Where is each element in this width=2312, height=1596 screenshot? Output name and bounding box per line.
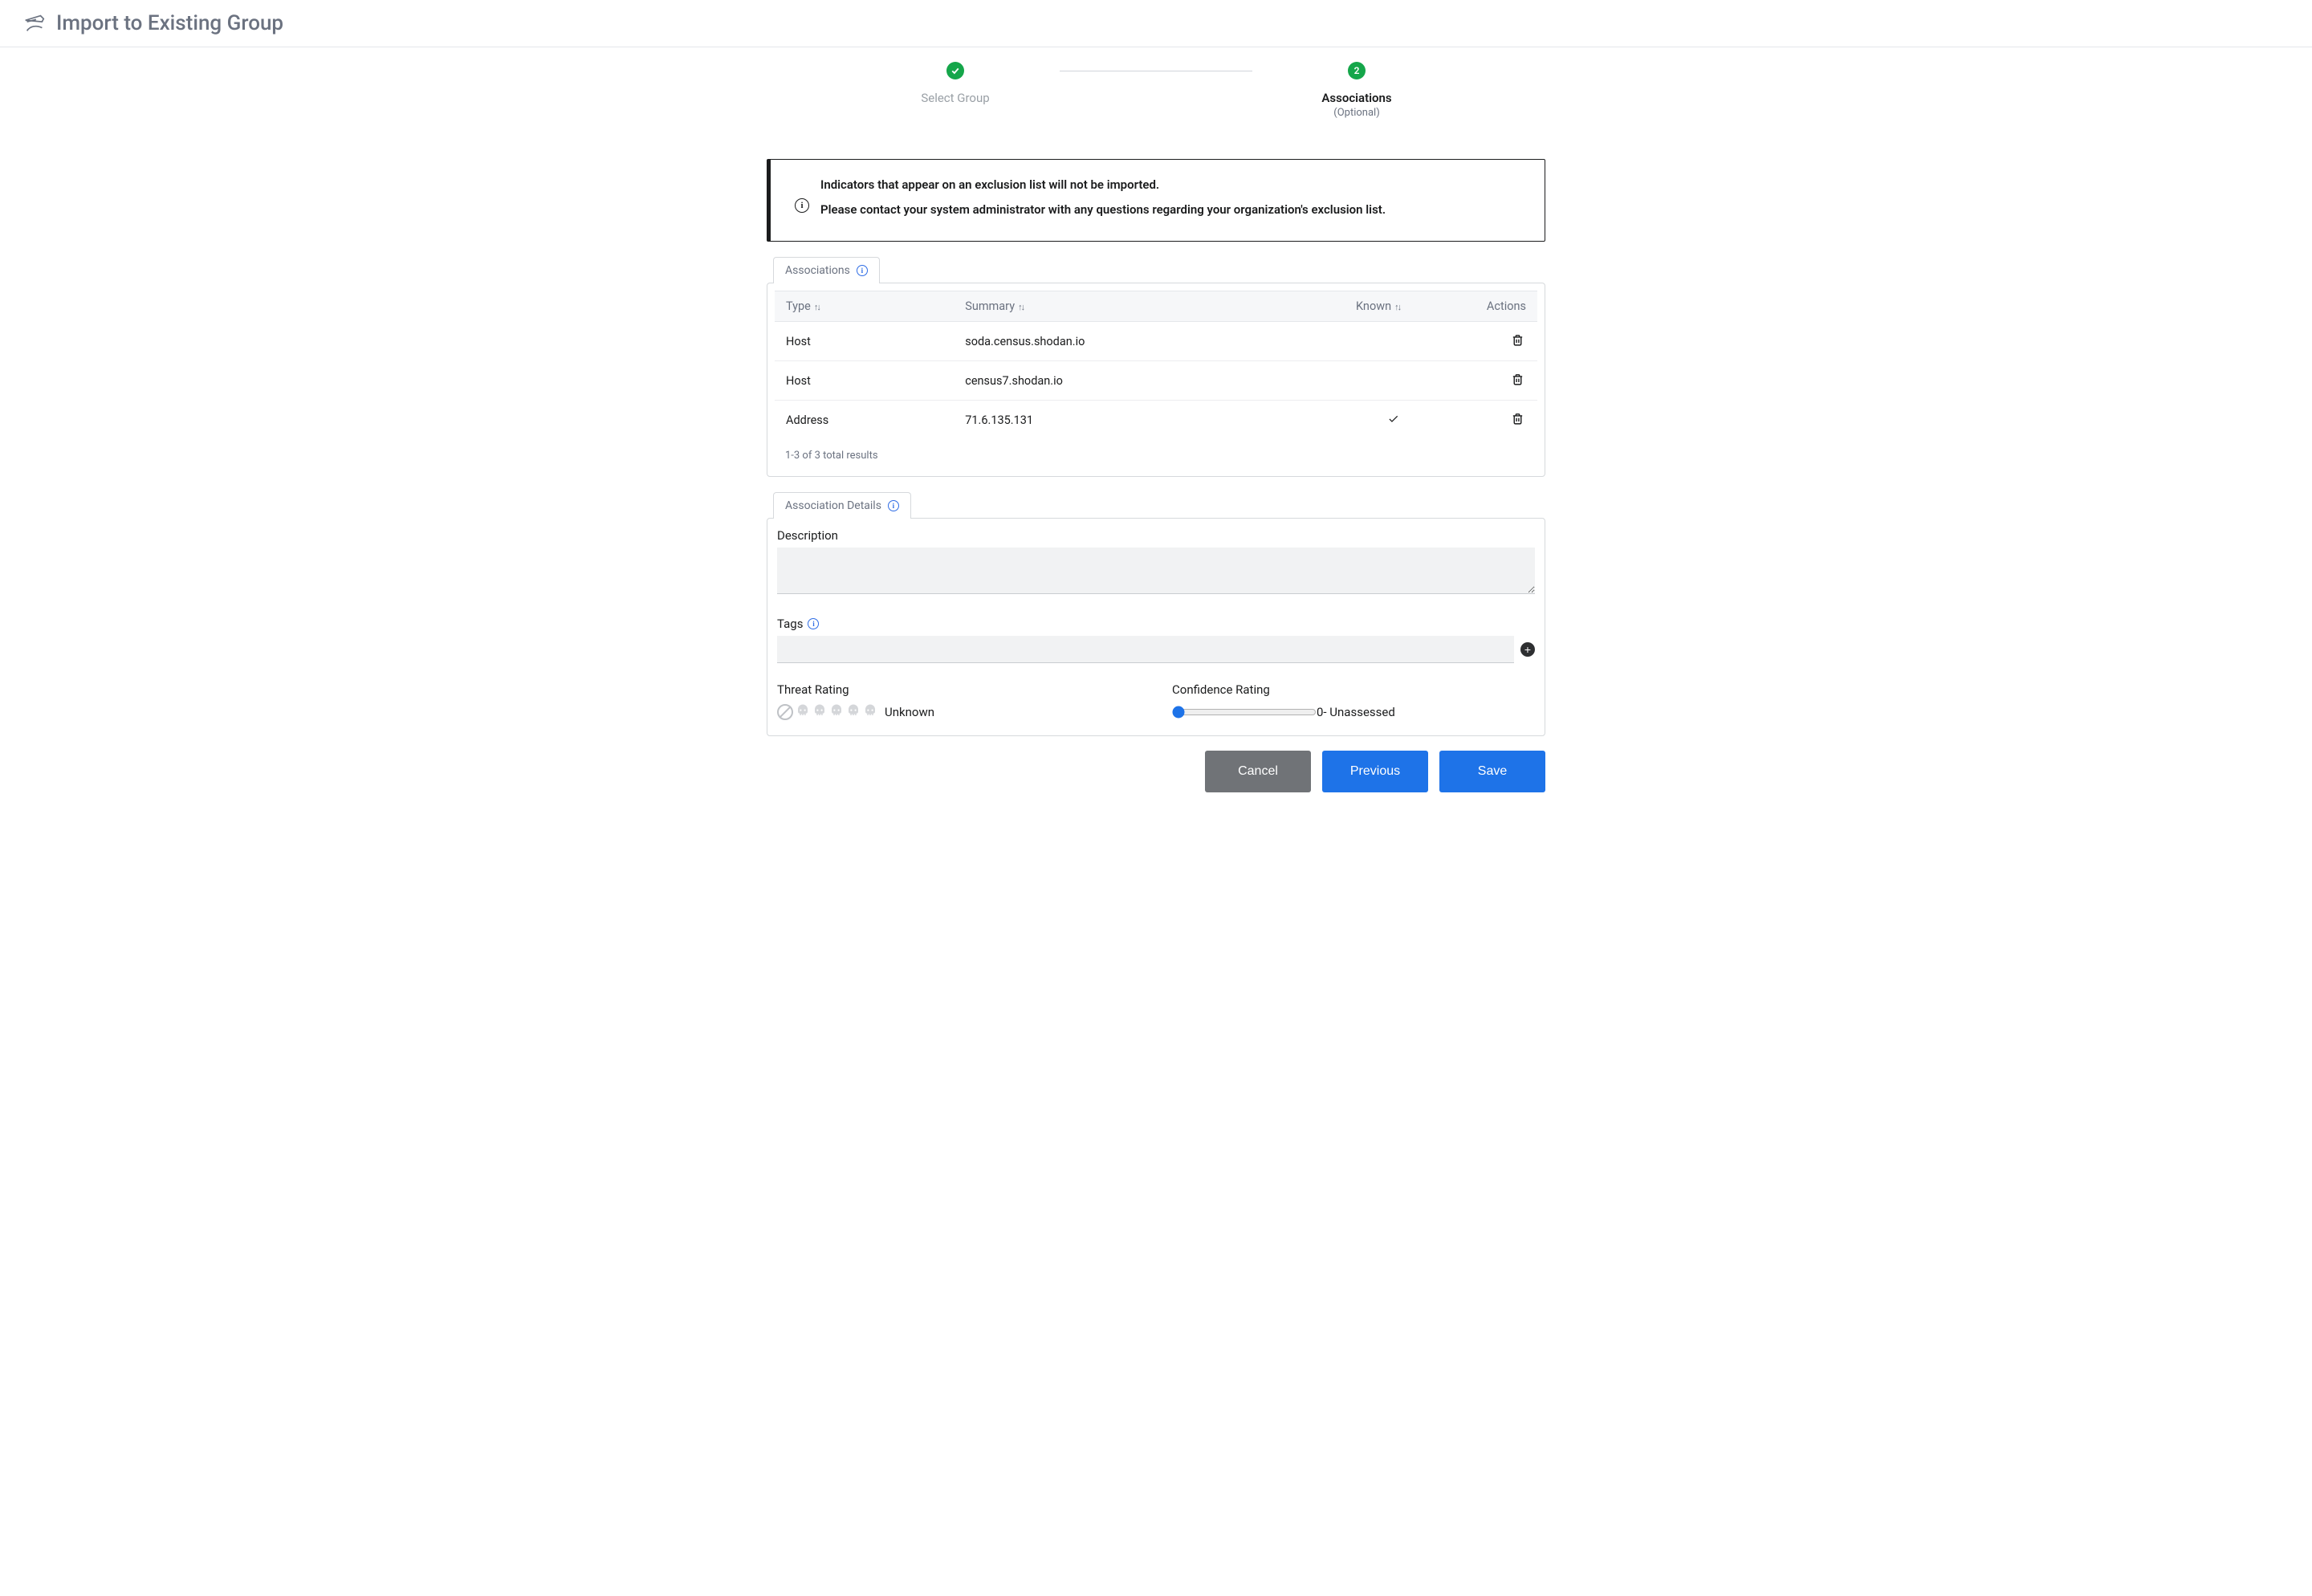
cell-type: Address xyxy=(775,401,954,440)
confidence-rating: Confidence Rating 0- Unassessed xyxy=(1172,682,1535,721)
description-input[interactable] xyxy=(777,548,1535,594)
previous-button[interactable]: Previous xyxy=(1322,751,1428,792)
description-label: Description xyxy=(777,528,1535,543)
confidence-value: 0- Unassessed xyxy=(1317,705,1395,719)
save-button[interactable]: Save xyxy=(1439,751,1545,792)
cell-actions xyxy=(1441,361,1537,401)
skull-icon xyxy=(846,703,861,721)
skull-icon xyxy=(796,703,810,721)
col-summary[interactable]: Summary↑↓ xyxy=(954,291,1345,322)
col-actions: Actions xyxy=(1441,291,1537,322)
confidence-slider[interactable] xyxy=(1172,706,1317,719)
cell-actions xyxy=(1441,322,1537,361)
info-icon[interactable]: i xyxy=(888,500,899,511)
tab-label: Association Details xyxy=(785,499,881,512)
step-check-icon xyxy=(946,62,964,79)
notice-line-2: Please contact your system administrator… xyxy=(820,201,1386,219)
step-1-label: Select Group xyxy=(921,91,989,105)
action-buttons: Cancel Previous Save xyxy=(767,751,1545,824)
tab-associations[interactable]: Associations i xyxy=(773,257,880,283)
table-row[interactable]: Hostsoda.census.shodan.io xyxy=(775,322,1537,361)
threat-rating-label: Threat Rating xyxy=(777,682,1140,697)
none-icon xyxy=(777,704,793,720)
col-type[interactable]: Type↑↓ xyxy=(775,291,954,322)
skull-icon xyxy=(863,703,877,721)
cell-summary: census7.shodan.io xyxy=(954,361,1345,401)
step-select-group[interactable]: Select Group xyxy=(851,62,1060,105)
cancel-button[interactable]: Cancel xyxy=(1205,751,1311,792)
trash-icon xyxy=(1511,337,1524,349)
cell-type: Host xyxy=(775,361,954,401)
add-tag-button[interactable]: + xyxy=(1520,642,1535,657)
table-row[interactable]: Address71.6.135.131 xyxy=(775,401,1537,440)
confidence-rating-label: Confidence Rating xyxy=(1172,682,1535,697)
step-2-label: Associations xyxy=(1321,91,1391,105)
sort-icon: ↑↓ xyxy=(1018,302,1024,312)
page-title: Import to Existing Group xyxy=(56,11,283,35)
col-known[interactable]: Known↑↓ xyxy=(1345,291,1441,322)
notice-line-1: Indicators that appear on an exclusion l… xyxy=(820,176,1386,194)
sort-icon: ↑↓ xyxy=(1394,302,1400,312)
exclusion-notice: i Indicators that appear on an exclusion… xyxy=(767,159,1545,242)
step-associations[interactable]: 2 Associations (Optional) xyxy=(1252,62,1461,119)
info-icon[interactable]: i xyxy=(857,265,868,276)
delete-button[interactable] xyxy=(1509,371,1526,390)
tab-association-details[interactable]: Association Details i xyxy=(773,492,911,519)
cell-known xyxy=(1345,361,1441,401)
table-footer: 1-3 of 3 total results xyxy=(767,446,1545,476)
associations-table: Type↑↓ Summary↑↓ Known↑↓ Actions Hostsod… xyxy=(775,291,1537,439)
info-icon: i xyxy=(795,198,809,213)
cell-type: Host xyxy=(775,322,954,361)
trash-icon xyxy=(1511,416,1524,428)
tags-input[interactable] xyxy=(777,636,1514,663)
tab-label: Associations xyxy=(785,264,850,277)
delete-button[interactable] xyxy=(1509,332,1526,351)
association-details-section: Association Details i Description Tags i… xyxy=(767,491,1545,736)
threat-rating-control[interactable]: Unknown xyxy=(777,703,1140,721)
step-2-sublabel: (Optional) xyxy=(1333,107,1379,119)
check-icon xyxy=(1387,414,1399,428)
delete-button[interactable] xyxy=(1509,410,1526,430)
threat-rating-value: Unknown xyxy=(885,705,934,719)
step-2-circle: 2 xyxy=(1348,62,1366,79)
skull-icon xyxy=(829,703,844,721)
app-logo-icon xyxy=(22,11,47,35)
cell-known xyxy=(1345,401,1441,440)
cell-actions xyxy=(1441,401,1537,440)
page-header: Import to Existing Group xyxy=(0,0,2312,47)
threat-rating: Threat Rating Unknown xyxy=(777,682,1140,721)
table-row[interactable]: Hostcensus7.shodan.io xyxy=(775,361,1537,401)
stepper: Select Group 2 Associations (Optional) xyxy=(767,62,1545,119)
skull-icon xyxy=(812,703,827,721)
associations-section: Associations i Type↑↓ Summary↑↓ Known↑↓ … xyxy=(767,256,1545,477)
trash-icon xyxy=(1511,377,1524,389)
cell-summary: 71.6.135.131 xyxy=(954,401,1345,440)
cell-known xyxy=(1345,322,1441,361)
info-icon[interactable]: i xyxy=(808,618,819,629)
tags-label: Tags i xyxy=(777,617,1535,631)
cell-summary: soda.census.shodan.io xyxy=(954,322,1345,361)
sort-icon: ↑↓ xyxy=(814,302,820,312)
